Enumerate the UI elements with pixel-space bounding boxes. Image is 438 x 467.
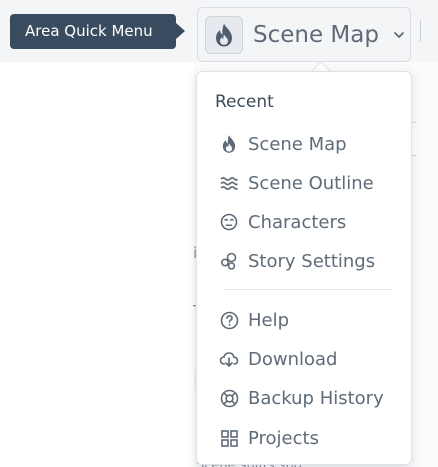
menu-item-characters[interactable]: Characters bbox=[219, 207, 346, 237]
face-icon bbox=[219, 212, 239, 232]
lifebuoy-icon bbox=[219, 388, 239, 408]
menu-item-label: Scene Map bbox=[248, 133, 347, 155]
area-quick-menu-label: Scene Map bbox=[253, 21, 379, 48]
menu-divider bbox=[224, 289, 392, 290]
menu-item-backup-history[interactable]: Backup History bbox=[219, 383, 384, 413]
menu-item-label: Help bbox=[248, 309, 290, 331]
menu-item-label: Backup History bbox=[248, 387, 384, 409]
header-divider bbox=[420, 20, 421, 42]
menu-item-projects[interactable]: Projects bbox=[219, 423, 319, 453]
menu-item-scene-map[interactable]: Scene Map bbox=[219, 129, 347, 159]
menu-item-label: Scene Outline bbox=[248, 172, 374, 194]
cloud-download-icon bbox=[219, 349, 239, 369]
area-quick-menu-dropdown: Recent Scene Map Scene Outline Character… bbox=[196, 71, 412, 465]
menu-item-label: Projects bbox=[248, 427, 319, 449]
menu-item-scene-outline[interactable]: Scene Outline bbox=[219, 168, 374, 198]
flame-icon bbox=[205, 15, 243, 54]
chevron-down-icon bbox=[391, 27, 407, 43]
flame-icon bbox=[219, 134, 239, 154]
grid-icon bbox=[219, 428, 239, 448]
recent-section-title: Recent bbox=[215, 92, 274, 112]
waves-icon bbox=[219, 173, 239, 193]
area-quick-menu-tooltip: Area Quick Menu bbox=[10, 14, 185, 49]
bubbles-icon bbox=[219, 251, 239, 271]
menu-item-story-settings[interactable]: Story Settings bbox=[219, 246, 375, 276]
menu-item-label: Download bbox=[248, 348, 338, 370]
menu-item-label: Characters bbox=[248, 211, 347, 233]
menu-item-download[interactable]: Download bbox=[219, 344, 337, 374]
menu-item-label: Story Settings bbox=[248, 250, 376, 272]
menu-item-help[interactable]: Help bbox=[219, 305, 289, 335]
help-circle-icon bbox=[219, 310, 239, 330]
area-quick-menu-button[interactable]: Scene Map bbox=[197, 7, 411, 62]
